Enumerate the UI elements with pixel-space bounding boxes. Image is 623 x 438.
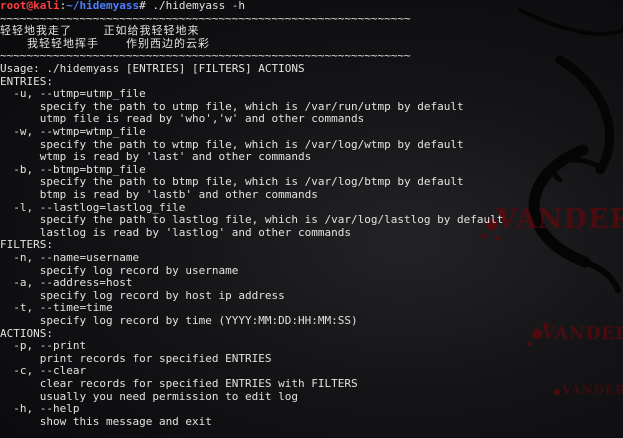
prompt-user-host: root@kali [0,0,60,12]
prompt-symbol: # [139,0,146,12]
usage-line: Usage: ./hidemyass [ENTRIES] [FILTERS] A… [0,62,305,75]
option-name: -n, --name=username [0,251,140,264]
option-description: specify the path to lastlog file, which … [0,213,504,227]
option-wtmp: -w, --wtmp=wtmp_file [0,125,146,138]
prompt-path: ~/hidemyass [66,0,140,12]
option-help: -h, --help [0,402,80,416]
option-description: specify log record by time (YYYY:MM:DD:H… [0,314,358,327]
option-description: wtmp is read by 'last' and other command… [0,150,312,164]
option-utmp: -u, --utmp=utmp_file [0,87,146,101]
option-print: -p, --print [0,339,87,353]
entered-command: ./hidemyass -h [145,0,246,12]
shell-prompt-line: root@kali:~/hidemyass# ./hidemyass -h [0,0,245,13]
option-address: -a, --address=host [0,276,133,290]
option-description: show this message and exit [0,414,212,428]
banner-poem-line: 轻轻地我走了 正如给我轻轻地来 [0,24,200,38]
option-description: btmp is read by 'lastb' and other comman… [0,188,318,201]
terminal-output[interactable]: root@kali:~/hidemyass# ./hidemyass -h ~~… [0,0,623,438]
terminal-window[interactable]: VANDER VANDER VANDER root@kali:~/hidemya… [0,0,623,438]
option-description: clear records for specified ENTRIES with… [0,377,358,390]
